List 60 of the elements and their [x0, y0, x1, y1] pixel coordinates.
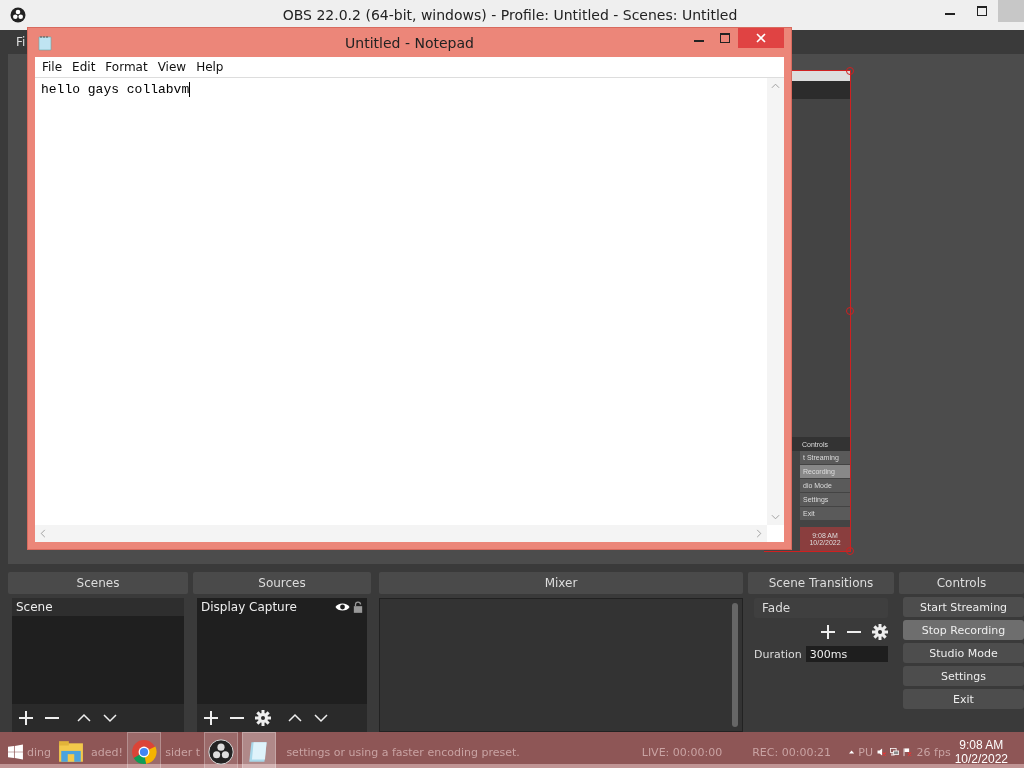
- add-icon[interactable]: [203, 710, 219, 726]
- eye-icon[interactable]: [335, 601, 350, 613]
- maximize-icon: [977, 6, 987, 16]
- network-icon[interactable]: [890, 745, 900, 759]
- notepad-icon: [37, 34, 53, 51]
- caret-up-icon[interactable]: [849, 749, 855, 755]
- minimize-icon: [694, 40, 704, 42]
- add-icon[interactable]: [820, 624, 836, 640]
- close-button[interactable]: [738, 28, 784, 48]
- taskbar-app-button[interactable]: [204, 732, 239, 768]
- obs-logo-icon: [208, 739, 235, 765]
- live-timer: LIVE: 00:00:00: [641, 745, 723, 759]
- control-button[interactable]: Start Streaming: [903, 597, 1024, 617]
- scrollbar[interactable]: [732, 603, 738, 727]
- browser-icon: [131, 739, 158, 765]
- obs-logo-icon: [10, 7, 26, 23]
- source-item[interactable]: Display Capture: [201, 600, 332, 614]
- maximize-icon: [720, 33, 730, 43]
- duration-label: Duration: [754, 647, 802, 661]
- window-title: OBS 22.0.2 (64-bit, windows) - Profile: Untitled - Scenes: Untitled: [281, 7, 739, 23]
- status-message: settings or using a faster encoding preset.: [286, 745, 520, 759]
- taskbar-app-button[interactable]: [242, 732, 277, 768]
- scene-item[interactable]: Scene: [12, 598, 184, 616]
- text-cursor: [189, 82, 191, 97]
- status-message: aded!: [91, 745, 123, 759]
- window-title: Untitled - Notepad: [344, 34, 475, 51]
- text-editor[interactable]: hello gays collabvm: [35, 78, 784, 542]
- menu-item[interactable]: Help: [191, 60, 229, 74]
- status-message: sider t: [165, 745, 201, 759]
- flag-icon[interactable]: [903, 745, 913, 759]
- dock-title: Controls: [899, 572, 1024, 594]
- editor-text: hello gays collabvm: [41, 82, 190, 97]
- control-button[interactable]: Studio Mode: [903, 643, 1024, 663]
- control-button[interactable]: Settings: [903, 666, 1024, 686]
- menu-item[interactable]: File: [37, 60, 68, 74]
- folder-icon: [58, 739, 84, 765]
- settings-icon[interactable]: [255, 710, 271, 726]
- dock-title: Scenes: [8, 572, 188, 594]
- rec-timer: REC: 00:00:21: [752, 745, 832, 759]
- cpu-usage: PU: [858, 745, 873, 759]
- add-icon[interactable]: [18, 710, 34, 726]
- status-message: ding: [26, 745, 51, 759]
- dock-title: Sources: [193, 572, 371, 594]
- menu-item[interactable]: Edit: [67, 60, 101, 74]
- control-button[interactable]: Stop Recording: [903, 620, 1024, 640]
- dock-title: Scene Transitions: [748, 572, 894, 594]
- minimize-icon: [945, 13, 955, 15]
- control-button[interactable]: Exit: [903, 689, 1024, 709]
- menu-item[interactable]: Format: [100, 60, 153, 74]
- fps-reading: 26 fps: [916, 745, 951, 759]
- lock-icon[interactable]: [353, 601, 363, 613]
- menu-item[interactable]: View: [152, 60, 192, 74]
- transition-dropdown[interactable]: Fade: [754, 598, 888, 618]
- clock-time: 9:08 AM: [959, 738, 1004, 752]
- menu-item[interactable]: Fi: [12, 35, 30, 49]
- dock-title: Mixer: [379, 572, 743, 594]
- settings-icon[interactable]: [872, 624, 888, 640]
- close-icon: [756, 33, 766, 43]
- clock-date: 10/2/2022: [954, 752, 1008, 766]
- duration-field[interactable]: 300ms: [805, 646, 888, 662]
